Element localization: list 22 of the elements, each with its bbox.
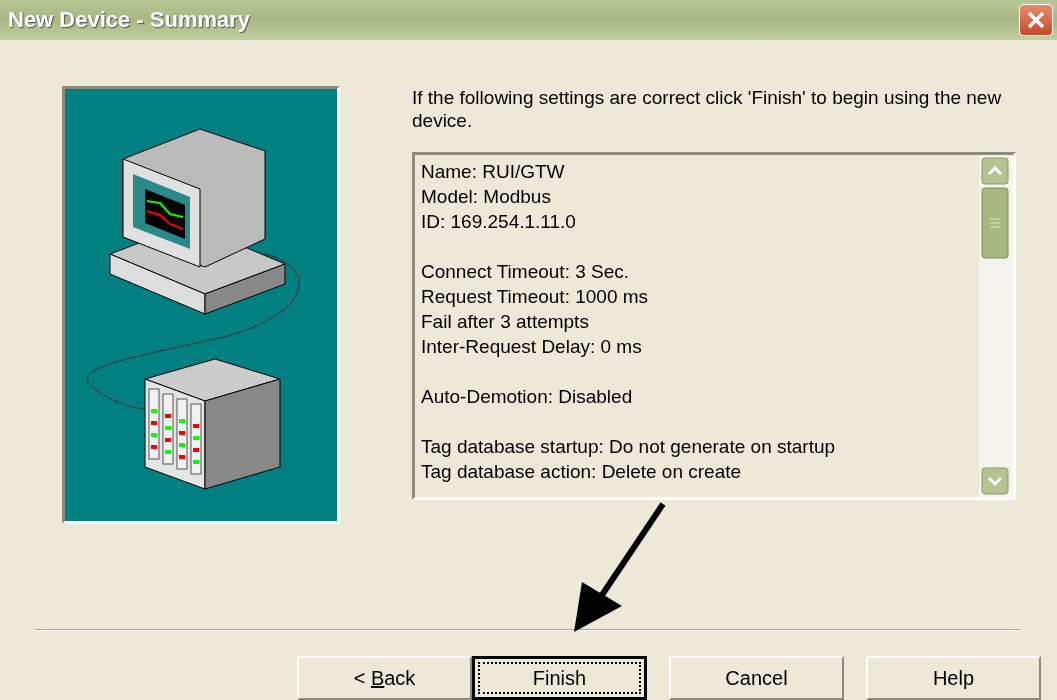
dialog-button[interactable]: Finish xyxy=(472,656,647,700)
summary-line: Model: Modbus xyxy=(421,185,552,209)
summary-line: Request Timeout: 1000 ms xyxy=(421,285,650,309)
window-title: New Device - Summary xyxy=(8,7,251,33)
summary-line: Connect Timeout: 3 Sec. xyxy=(421,260,631,284)
scroll-down-icon[interactable] xyxy=(981,467,1009,495)
dialog-button[interactable]: Cancel xyxy=(669,656,844,700)
scroll-up-icon[interactable] xyxy=(981,157,1009,185)
summary-line: Inter-Request Delay: 0 ms xyxy=(421,335,643,359)
summary-line: Tag database action: Delete on create xyxy=(421,460,743,484)
summary-line: ID: 169.254.1.11.0 xyxy=(421,210,577,234)
summary-line: Tag database startup: Do not generate on startup xyxy=(421,435,837,459)
vertical-scrollbar[interactable] xyxy=(979,155,1013,497)
summary-line: Fail after 3 attempts xyxy=(421,310,590,334)
close-button[interactable] xyxy=(1019,4,1053,36)
summary-line: Auto-Demotion: Disabled xyxy=(421,385,634,409)
scroll-thumb-icon[interactable] xyxy=(981,187,1009,259)
dialog-button[interactable]: Help xyxy=(866,656,1041,700)
dialog-button[interactable]: < Back xyxy=(297,656,472,700)
close-icon xyxy=(1025,9,1047,31)
instruction-text: If the following settings are correct click 'Finish' to begin using the new device. xyxy=(412,86,1003,132)
summary-line: Name: RUI/GTW xyxy=(421,160,566,184)
